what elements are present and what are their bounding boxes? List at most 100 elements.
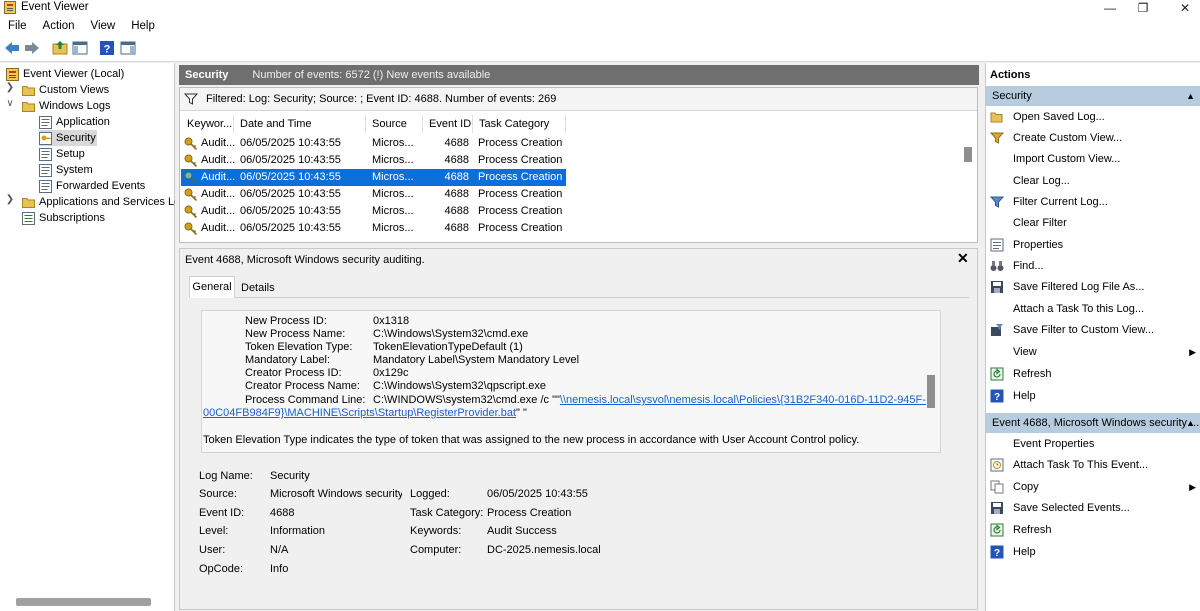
tree-label: Applications and Services Logs — [39, 196, 175, 208]
help-icon[interactable]: ? — [99, 40, 115, 56]
action-label: Event Properties — [1013, 438, 1095, 450]
tree-node-security[interactable]: Security — [39, 130, 97, 146]
table-row[interactable]: Audit... 06/05/2025 10:43:55 Micros... 4… — [181, 152, 566, 169]
tree-node-forwarded-events[interactable]: Forwarded Events — [39, 178, 145, 194]
menu-view[interactable]: View — [83, 16, 124, 36]
action-filter-current-log[interactable]: Filter Current Log... — [986, 192, 1200, 212]
show-hide-action-pane-icon[interactable] — [120, 40, 136, 56]
action-properties[interactable]: Properties — [986, 235, 1200, 255]
back-arrow-icon[interactable] — [4, 40, 20, 56]
key-icon — [184, 222, 198, 235]
table-row-selected[interactable]: Audit... 06/05/2025 10:43:55 Micros... 4… — [181, 169, 566, 186]
action-refresh[interactable]: Refresh — [986, 364, 1200, 384]
action-save-filtered-log[interactable]: Save Filtered Log File As... — [986, 277, 1200, 297]
actions-section-event[interactable]: Event 4688, Microsoft Windows security .… — [986, 413, 1200, 433]
action-help-event[interactable]: ? Help — [986, 542, 1200, 562]
action-save-selected-events[interactable]: Save Selected Events... — [986, 498, 1200, 518]
collapse-arrow-icon[interactable]: ▲ — [1186, 86, 1195, 106]
field-label: New Process Name: — [245, 328, 346, 340]
column-header-source[interactable]: Source — [366, 115, 423, 133]
menu-bar: File Action View Help — [0, 16, 1200, 36]
close-icon[interactable]: ✕ — [957, 250, 969, 267]
action-clear-filter[interactable]: Clear Filter — [986, 213, 1200, 233]
table-row[interactable]: Audit... 06/05/2025 10:43:55 Micros... 4… — [181, 186, 566, 203]
action-label: Clear Filter — [1013, 217, 1067, 229]
action-refresh-event[interactable]: Refresh — [986, 520, 1200, 540]
command-path-link[interactable]: 00C04FB984F9}\MACHINE\Scripts\Startup\Re… — [203, 407, 516, 419]
action-attach-task-to-log[interactable]: Attach a Task To this Log... — [986, 299, 1200, 319]
menu-action[interactable]: Action — [35, 16, 83, 36]
chevron-down-icon[interactable]: ∨ — [5, 98, 15, 109]
column-header-date-time[interactable]: Date and Time — [234, 115, 366, 133]
command-prefix: C:\WINDOWS\system32\cmd.exe /c "" — [373, 394, 560, 406]
log-icon — [39, 147, 52, 161]
action-save-filter-custom-view[interactable]: Save Filter to Custom View... — [986, 320, 1200, 340]
tree-horizontal-scrollbar[interactable] — [16, 598, 151, 606]
tree-node-custom-views[interactable]: Custom Views — [22, 82, 109, 98]
tree-node-application[interactable]: Application — [39, 114, 110, 130]
action-label: Create Custom View... — [1013, 132, 1123, 144]
tree-node-system[interactable]: System — [39, 162, 93, 178]
command-path-link[interactable]: \\nemesis.local\sysvol\nemesis.local\Pol… — [560, 394, 926, 406]
help-icon: ? — [990, 545, 1004, 559]
key-icon — [184, 154, 198, 167]
message-scrollbar[interactable] — [927, 375, 935, 408]
action-copy[interactable]: Copy ▶ — [986, 477, 1200, 497]
column-header-keywords[interactable]: Keywor... — [181, 115, 234, 133]
menu-help[interactable]: Help — [123, 16, 163, 36]
tab-details[interactable]: Details — [235, 279, 281, 297]
cell-keywords: Audit... — [201, 188, 235, 200]
tree-node-subscriptions[interactable]: Subscriptions — [22, 210, 105, 226]
cell-source: Micros... — [372, 222, 414, 234]
title-bar: Event Viewer — ❐ ✕ — [0, 0, 1200, 16]
chevron-right-icon[interactable]: ❯ — [5, 82, 15, 93]
tree-label: Security — [56, 132, 96, 144]
cell-task-category: Process Creation — [478, 188, 563, 200]
tab-general[interactable]: General — [189, 276, 235, 298]
tree-node-apps-services[interactable]: Applications and Services Logs — [22, 194, 175, 210]
action-create-custom-view[interactable]: Create Custom View... — [986, 128, 1200, 148]
event-list-scrollbar[interactable] — [964, 147, 972, 162]
tree-label: Windows Logs — [39, 100, 111, 112]
tree-node-windows-logs[interactable]: Windows Logs — [22, 98, 111, 114]
tree-node-root[interactable]: Event Viewer (Local) — [6, 66, 124, 82]
column-header-task-category[interactable]: Task Category — [473, 115, 566, 133]
table-row[interactable]: Audit... 06/05/2025 10:43:55 Micros... 4… — [181, 135, 566, 152]
action-label: Clear Log... — [1013, 175, 1070, 187]
up-folder-icon[interactable] — [52, 40, 68, 56]
prop-label: User: — [199, 544, 226, 556]
forward-arrow-icon[interactable] — [24, 40, 40, 56]
actions-title: Actions — [990, 69, 1031, 81]
action-clear-log[interactable]: Clear Log... — [986, 171, 1200, 191]
action-event-properties[interactable]: Event Properties — [986, 434, 1200, 454]
tree-node-setup[interactable]: Setup — [39, 146, 85, 162]
cell-source: Micros... — [372, 188, 414, 200]
prop-value: Security — [270, 470, 310, 482]
menu-file[interactable]: File — [0, 16, 35, 36]
table-row[interactable]: Audit... 06/05/2025 10:43:55 Micros... 4… — [181, 220, 566, 237]
action-find[interactable]: Find... — [986, 256, 1200, 276]
chevron-right-icon[interactable]: ❯ — [5, 194, 15, 205]
binoculars-icon — [990, 261, 1004, 271]
field-label: Mandatory Label: — [245, 354, 330, 366]
collapse-arrow-icon[interactable]: ▲ — [1186, 413, 1195, 433]
section-label: Security — [992, 90, 1032, 102]
action-open-saved-log[interactable]: Open Saved Log... — [986, 107, 1200, 127]
actions-section-security[interactable]: Security ▲ — [986, 86, 1200, 106]
action-import-custom-view[interactable]: Import Custom View... — [986, 149, 1200, 169]
show-hide-tree-icon[interactable] — [72, 40, 88, 56]
action-help[interactable]: ? Help — [986, 386, 1200, 406]
minimize-icon[interactable]: — — [1095, 0, 1125, 16]
table-row[interactable]: Audit... 06/05/2025 10:43:55 Micros... 4… — [181, 203, 566, 220]
action-label: Find... — [1013, 260, 1044, 272]
close-icon[interactable]: ✕ — [1170, 0, 1200, 16]
action-view[interactable]: View ▶ — [986, 342, 1200, 362]
prop-value: N/A — [270, 544, 289, 556]
cell-task-category: Process Creation — [478, 222, 563, 234]
cell-source: Micros... — [372, 154, 414, 166]
action-attach-task-to-event[interactable]: Attach Task To This Event... — [986, 455, 1200, 475]
restore-icon[interactable]: ❐ — [1128, 0, 1158, 16]
cell-event-id: 4688 — [444, 137, 469, 149]
prop-label: Log Name: — [199, 470, 253, 482]
column-header-event-id[interactable]: Event ID — [423, 115, 473, 133]
